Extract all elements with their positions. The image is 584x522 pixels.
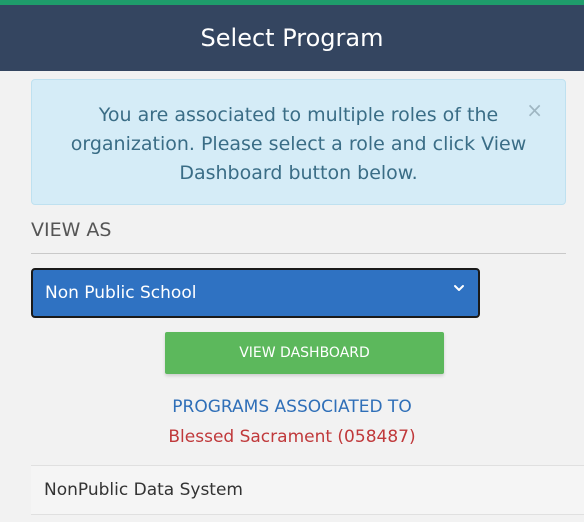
program-selection-panel: You are associated to multiple roles of … xyxy=(0,71,584,522)
view-as-divider xyxy=(31,253,566,254)
view-dashboard-button[interactable]: VIEW DASHBOARD xyxy=(165,332,444,374)
alert-message: You are associated to multiple roles of … xyxy=(70,104,527,184)
view-as-label: VIEW AS xyxy=(31,219,112,241)
page-header: Select Program xyxy=(0,5,584,71)
close-icon[interactable]: × xyxy=(526,100,543,120)
programs-associated-heading: PROGRAMS ASSOCIATED TO xyxy=(172,397,412,417)
program-list-item[interactable]: NonPublic Data System xyxy=(44,480,243,500)
page-title: Select Program xyxy=(200,24,384,52)
role-select-value: Non Public School xyxy=(45,283,197,303)
role-select[interactable]: Non Public School xyxy=(31,268,480,318)
chevron-down-icon xyxy=(452,281,466,299)
roles-info-alert: You are associated to multiple roles of … xyxy=(31,79,566,205)
organization-name: Blessed Sacrament (058487) xyxy=(168,427,416,447)
program-list: NonPublic Data System xyxy=(31,465,584,515)
chevron-down-icon-svg xyxy=(454,285,464,291)
